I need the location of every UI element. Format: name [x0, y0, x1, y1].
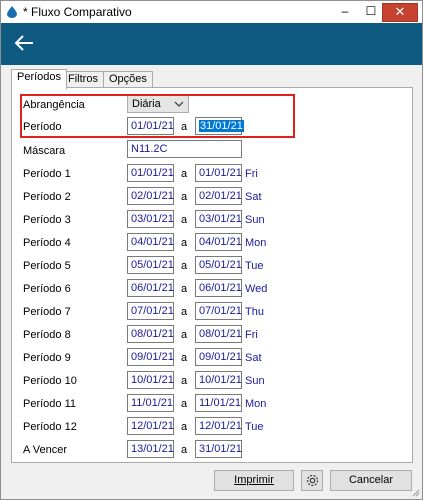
period-from-input[interactable]: 05/01/21	[127, 256, 174, 274]
period-label: Período 5	[23, 260, 71, 272]
period-separator: a	[181, 214, 188, 226]
weekday-label: Sun	[245, 214, 265, 226]
period-separator: a	[181, 398, 188, 410]
period-from-input[interactable]: 01/01/21	[127, 164, 174, 182]
period-label: Período 11	[23, 398, 77, 410]
minimize-button[interactable]: –	[332, 1, 358, 21]
weekday-label: Tue	[245, 421, 264, 433]
weekday-label: Sat	[245, 191, 262, 203]
period-label: Período 6	[23, 283, 71, 295]
period-to-input[interactable]: 06/01/21	[195, 279, 242, 297]
period-separator: a	[181, 352, 188, 364]
period-separator: a	[181, 260, 188, 272]
period-separator: a	[181, 329, 188, 341]
period-from-input[interactable]: 11/01/21	[127, 394, 174, 412]
period-label: Período 10	[23, 375, 77, 387]
period-from-input[interactable]: 07/01/21	[127, 302, 174, 320]
period-to-input[interactable]: 08/01/21	[195, 325, 242, 343]
weekday-label: Wed	[245, 283, 268, 295]
period-label: Período 3	[23, 214, 71, 226]
tab-periodos[interactable]: Períodos	[11, 69, 68, 89]
weekday-label: Sat	[245, 352, 262, 364]
print-button[interactable]: Imprimir	[214, 470, 294, 491]
period-label: Período 7	[23, 306, 71, 318]
period-to-input[interactable]: 05/01/21	[195, 256, 242, 274]
period-to-input[interactable]: 01/01/21	[195, 164, 242, 182]
highlight-box	[20, 94, 295, 138]
period-from-input[interactable]: 03/01/21	[127, 210, 174, 228]
period-from-input[interactable]: 06/01/21	[127, 279, 174, 297]
header-bar	[1, 23, 422, 65]
period-separator: a	[181, 306, 188, 318]
weekday-label: Sun	[245, 375, 265, 387]
weekday-label: Mon	[245, 237, 267, 249]
period-separator: a	[181, 444, 188, 456]
settings-button[interactable]	[301, 470, 323, 491]
period-to-input[interactable]: 11/01/21	[195, 394, 242, 412]
period-label: Período 1	[23, 168, 71, 180]
title-bar: * Fluxo Comparativo – ☐ ✕	[1, 1, 422, 23]
period-to-input[interactable]: 09/01/21	[195, 348, 242, 366]
period-separator: a	[181, 375, 188, 387]
period-separator: a	[181, 283, 188, 295]
print-button-label: Imprimir	[234, 474, 274, 486]
maximize-button[interactable]: ☐	[358, 1, 384, 21]
period-separator: a	[181, 168, 188, 180]
period-from-input[interactable]: 13/01/21	[127, 440, 174, 458]
period-to-input[interactable]: 03/01/21	[195, 210, 242, 228]
period-from-input[interactable]: 09/01/21	[127, 348, 174, 366]
period-label: Período 9	[23, 352, 71, 364]
weekday-label: Mon	[245, 398, 267, 410]
period-to-input[interactable]: 04/01/21	[195, 233, 242, 251]
period-to-input[interactable]: 07/01/21	[195, 302, 242, 320]
tab-filtros[interactable]: Filtros	[62, 71, 104, 88]
period-to-input[interactable]: 02/01/21	[195, 187, 242, 205]
weekday-label: Tue	[245, 260, 264, 272]
weekday-label: Thu	[245, 306, 264, 318]
period-to-input[interactable]: 12/01/21	[195, 417, 242, 435]
period-to-input[interactable]: 31/01/21	[195, 440, 242, 458]
mascara-label: Máscara	[23, 145, 66, 157]
dialog-window: * Fluxo Comparativo – ☐ ✕ Períodos Filtr…	[0, 0, 423, 500]
period-label: Período 2	[23, 191, 71, 203]
period-separator: a	[181, 191, 188, 203]
period-from-input[interactable]: 10/01/21	[127, 371, 174, 389]
cancel-button[interactable]: Cancelar	[330, 470, 412, 491]
period-label: Período 4	[23, 237, 71, 249]
weekday-label: Fri	[245, 329, 258, 341]
drop-icon	[7, 6, 17, 18]
resize-grip-icon[interactable]	[410, 487, 420, 497]
period-separator: a	[181, 421, 188, 433]
gear-icon	[306, 474, 318, 487]
period-label: Período 12	[23, 421, 77, 433]
period-label: A Vencer	[23, 444, 68, 456]
close-button[interactable]: ✕	[382, 3, 418, 22]
period-from-input[interactable]: 12/01/21	[127, 417, 174, 435]
period-separator: a	[181, 237, 188, 249]
period-from-input[interactable]: 02/01/21	[127, 187, 174, 205]
period-to-input[interactable]: 10/01/21	[195, 371, 242, 389]
weekday-label: Fri	[245, 168, 258, 180]
mascara-input[interactable]: N11.2C	[127, 140, 242, 158]
cancel-button-label: Cancelar	[348, 474, 394, 486]
period-from-input[interactable]: 04/01/21	[127, 233, 174, 251]
window-title: * Fluxo Comparativo	[23, 5, 132, 19]
period-label: Período 8	[23, 329, 71, 341]
tab-opcoes[interactable]: Opções	[103, 71, 153, 88]
back-arrow-icon[interactable]	[13, 32, 35, 54]
period-from-input[interactable]: 08/01/21	[127, 325, 174, 343]
